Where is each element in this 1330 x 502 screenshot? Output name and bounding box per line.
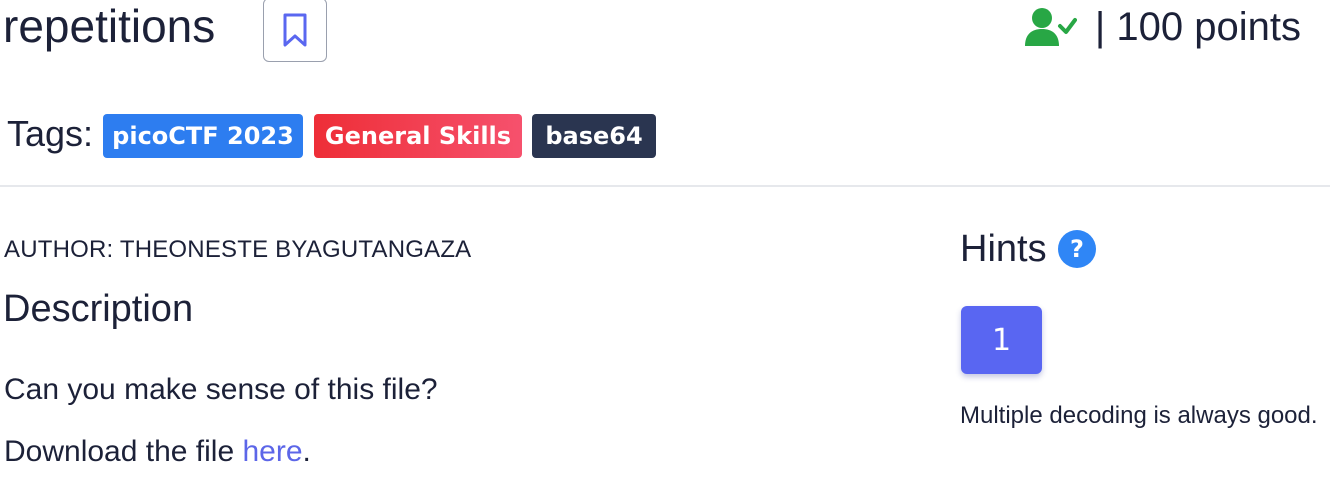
user-check-icon (1024, 8, 1077, 46)
hint-1-button[interactable]: 1 (961, 306, 1042, 374)
tag-picoctf-2023[interactable]: picoCTF 2023 (103, 114, 303, 158)
divider (0, 185, 1330, 187)
tags-label: Tags: (7, 113, 94, 154)
download-link[interactable]: here (242, 435, 302, 468)
hints-heading-label: Hints (960, 227, 1047, 270)
bookmark-button[interactable] (263, 0, 327, 62)
download-line: Download the file here. (4, 434, 311, 470)
download-suffix: . (302, 435, 311, 468)
tag-general-skills[interactable]: General Skills (314, 114, 522, 158)
points-area: | 100 points (1024, 0, 1301, 54)
download-prefix: Download the file (4, 435, 243, 468)
bookmark-icon (283, 13, 307, 47)
points-label: | 100 points (1094, 4, 1301, 49)
hints-heading: Hints ? (960, 226, 1097, 272)
description-heading: Description (3, 288, 194, 330)
description-text: Can you make sense of this file? (4, 373, 438, 406)
hint-text: Multiple decoding is always good. (960, 402, 1318, 429)
svg-text:?: ? (1070, 235, 1084, 263)
author-line: AUTHOR: THEONESTE BYAGUTANGAZA (4, 236, 472, 263)
challenge-title: repetitions (3, 0, 216, 52)
tag-base64[interactable]: base64 (532, 114, 656, 158)
question-circle-icon[interactable]: ? (1057, 229, 1097, 269)
